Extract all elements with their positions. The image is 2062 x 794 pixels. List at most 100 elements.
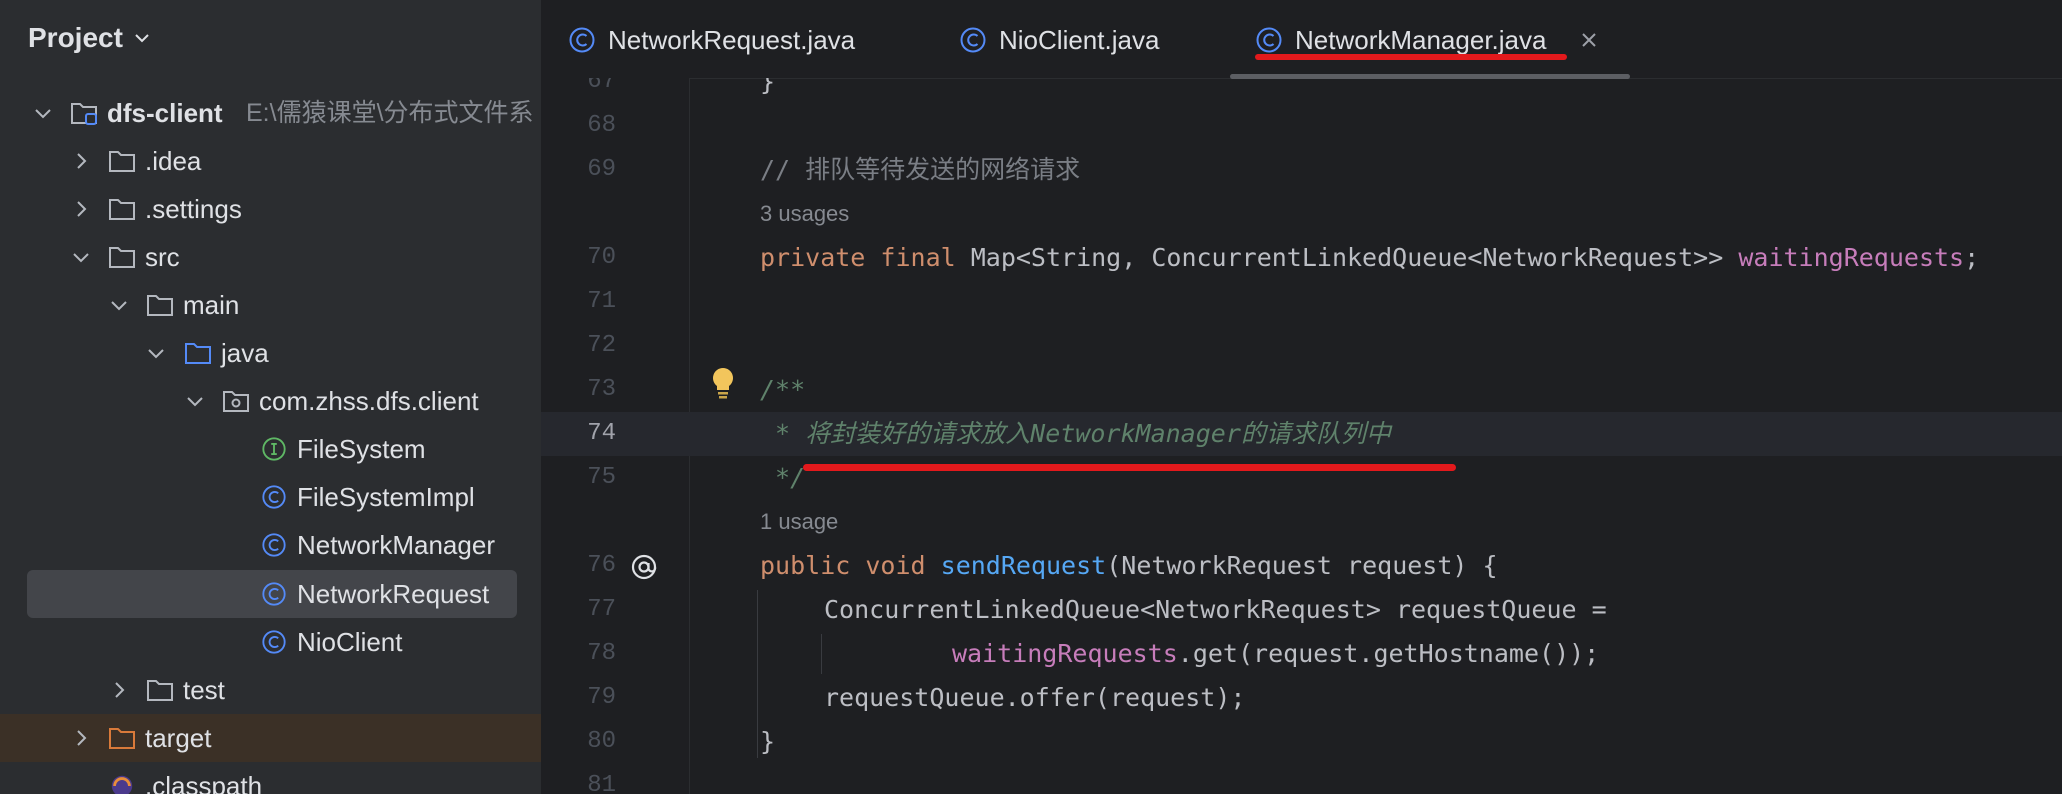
- tree-item-label: java: [221, 338, 269, 368]
- tree-item-src[interactable]: src: [0, 233, 541, 281]
- code-text: }: [760, 727, 776, 756]
- tree-item-nioclient[interactable]: NioClient: [0, 618, 541, 666]
- tree-item-classpath[interactable]: .classpath: [0, 762, 541, 794]
- chevron-right-icon[interactable]: [70, 727, 92, 749]
- chevron-down-icon[interactable]: [32, 102, 54, 124]
- code-text: requestQueue.offer(request);: [824, 683, 1246, 712]
- chevron-down-icon[interactable]: [70, 246, 92, 268]
- tree-item-settings[interactable]: .settings: [0, 185, 541, 233]
- line-number: 68: [587, 112, 616, 139]
- chevron-right-icon[interactable]: [70, 150, 92, 172]
- tree-item-java[interactable]: java: [0, 329, 541, 377]
- tree-item-target[interactable]: target: [0, 714, 541, 762]
- editor-tab-bar-overlay: NetworkRequest.java NioClient.java Netwo…: [541, 0, 2062, 79]
- code-line-79[interactable]: 79 requestQueue.offer(request);: [541, 676, 2062, 720]
- code-line-81[interactable]: 81: [541, 764, 2062, 794]
- close-icon[interactable]: [1580, 31, 1598, 49]
- doc-comment: /**: [760, 375, 806, 404]
- doc-comment: * 将封装好的请求放入NetworkManager的请求队列中: [760, 419, 1391, 448]
- code-line-72[interactable]: 72: [541, 324, 2062, 368]
- tree-item-label: .settings: [145, 194, 242, 224]
- code-plain: Map<String, ConcurrentLinkedQueue<Networ…: [955, 243, 1739, 272]
- class-icon: [569, 27, 595, 53]
- ide-window: Project dfs-client E:\儒猿课堂\分布式文件系 .idea …: [0, 0, 2062, 794]
- class-icon: [262, 630, 286, 654]
- code-line-75[interactable]: 75 */: [541, 456, 2062, 500]
- code-line-78[interactable]: 78 waitingRequests.get(request.getHostna…: [541, 632, 2062, 676]
- line-number: 80: [587, 728, 616, 755]
- line-number: 79: [587, 684, 616, 711]
- project-view-selector[interactable]: Project: [28, 18, 151, 58]
- chevron-right-icon[interactable]: [108, 679, 130, 701]
- code-plain: .get(request.getHostname());: [1177, 639, 1600, 668]
- tree-item-label: target: [145, 723, 212, 753]
- usages-hint-row: 3 usages: [541, 192, 2062, 236]
- red-underline-annotation: [803, 464, 1456, 471]
- tree-item-networkrequest[interactable]: NetworkRequest: [0, 570, 541, 618]
- code-text: ConcurrentLinkedQueue<NetworkRequest> re…: [824, 595, 1607, 624]
- tab-nioclient-java[interactable]: NioClient.java: [959, 18, 1159, 62]
- code-line-77[interactable]: 77 ConcurrentLinkedQueue<NetworkRequest>…: [541, 588, 2062, 632]
- chevron-down-icon: [135, 34, 149, 43]
- code-line-71[interactable]: 71: [541, 280, 2062, 324]
- folder-icon: [109, 151, 135, 172]
- chevron-down-icon[interactable]: [108, 294, 130, 316]
- code-line-73[interactable]: 73 /**: [541, 368, 2062, 412]
- tree-item-idea[interactable]: .idea: [0, 137, 541, 185]
- code-plain: (NetworkRequest request) {: [1106, 551, 1498, 580]
- tree-item-label: com.zhss.dfs.client: [259, 386, 479, 416]
- chevron-down-icon[interactable]: [184, 390, 206, 412]
- tree-item-label: main: [183, 290, 240, 320]
- lightbulb-icon[interactable]: [709, 366, 737, 400]
- interface-icon: [262, 437, 286, 461]
- code-plain: ;: [1964, 243, 1980, 272]
- tree-item-label: NioClient: [297, 627, 403, 657]
- source-folder-icon: [185, 343, 211, 364]
- tree-item-label: FileSystem: [297, 434, 426, 464]
- code-line-69[interactable]: 69 // 排队等待发送的网络请求: [541, 148, 2062, 192]
- tree-item-label: .classpath: [145, 771, 263, 794]
- tree-item-package[interactable]: com.zhss.dfs.client: [0, 377, 541, 425]
- tab-label: NetworkManager.java: [1295, 24, 1547, 55]
- chevron-down-icon[interactable]: [145, 342, 167, 364]
- code-editor: NetworkRequest.java NioClient.java Netwo…: [541, 0, 2062, 794]
- line-number: 76: [587, 552, 616, 579]
- code-line-68[interactable]: 68: [541, 104, 2062, 148]
- line-comment: // 排队等待发送的网络请求: [760, 155, 1081, 184]
- tab-label: NioClient.java: [999, 24, 1160, 55]
- usages-hint[interactable]: 1 usage: [760, 506, 838, 538]
- line-number: 73: [587, 376, 616, 403]
- tree-item-main[interactable]: main: [0, 281, 541, 329]
- tree-item-dfs-client[interactable]: dfs-client E:\儒猿课堂\分布式文件系: [0, 89, 541, 137]
- code-line-80[interactable]: 80 }: [541, 720, 2062, 764]
- class-icon: [262, 485, 286, 509]
- tree-item-test[interactable]: test: [0, 666, 541, 714]
- folder-icon: [109, 247, 135, 268]
- code-line-74[interactable]: 74 * 将封装好的请求放入NetworkManager的请求队列中: [541, 412, 2062, 456]
- tree-item-networkmanager[interactable]: NetworkManager: [0, 521, 541, 569]
- method-name: sendRequest: [940, 551, 1107, 580]
- line-number: 69: [587, 156, 616, 183]
- module-path: E:\儒猿课堂\分布式文件系: [246, 99, 534, 127]
- project-title: Project: [28, 22, 123, 53]
- line-number: 71: [587, 288, 616, 315]
- tab-networkrequest-java[interactable]: NetworkRequest.java: [568, 18, 855, 62]
- code-text: private final Map<String, ConcurrentLink…: [760, 242, 1979, 274]
- folder-icon: [147, 295, 173, 316]
- code-line-76[interactable]: 76 public void sendRequest(NetworkReques…: [541, 544, 2062, 588]
- usages-hint[interactable]: 3 usages: [760, 198, 849, 230]
- tree-item-label: test: [183, 675, 225, 705]
- line-number: 70: [587, 244, 616, 271]
- chevron-right-icon[interactable]: [70, 198, 92, 220]
- tree-item-filesystemimpl[interactable]: FileSystemImpl: [0, 473, 541, 521]
- line-number: 75: [587, 464, 616, 491]
- field-reference: waitingRequests: [1738, 243, 1965, 272]
- indent-guide: [757, 590, 758, 758]
- keyword: public void: [760, 551, 926, 580]
- red-underline-annotation: [1255, 54, 1567, 60]
- code-text: waitingRequests.get(request.getHostname(…: [952, 638, 1599, 670]
- tree-item-label: dfs-client: [107, 98, 223, 128]
- override-at-icon[interactable]: [629, 552, 659, 582]
- tree-item-filesystem[interactable]: FileSystem: [0, 425, 541, 473]
- code-line-70[interactable]: 70 private final Map<String, ConcurrentL…: [541, 236, 2062, 280]
